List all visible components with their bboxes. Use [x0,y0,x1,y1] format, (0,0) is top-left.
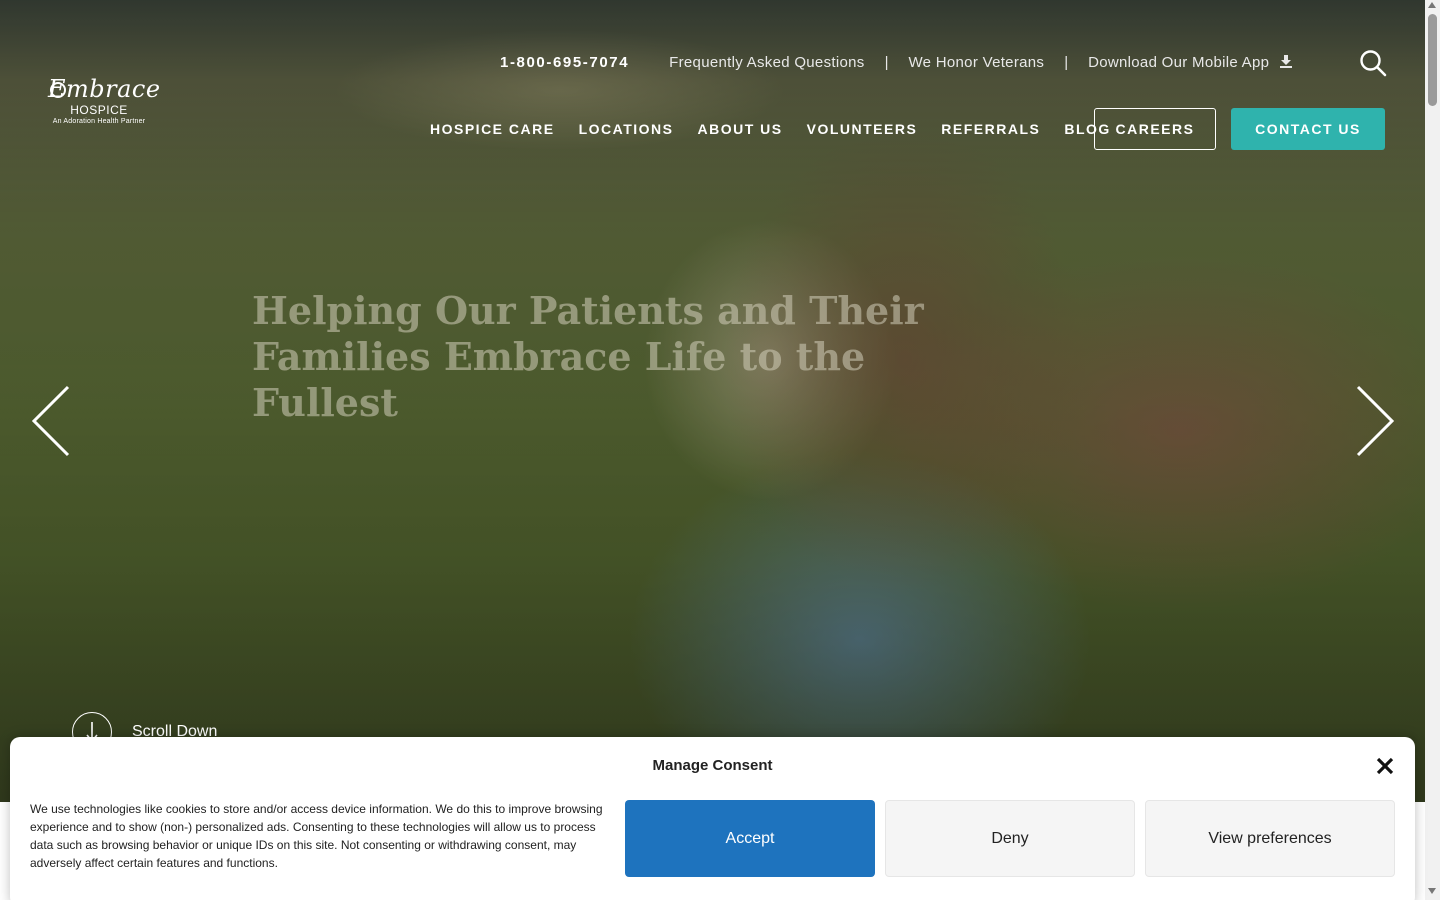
phone-link[interactable]: 1-800-695-7074 [500,54,629,71]
nav-about-us[interactable]: ABOUT US [697,121,782,137]
separator: | [1064,53,1069,71]
site-logo[interactable]: Embrace HOSPICE An Adoration Health Part… [40,74,160,134]
utility-bar: 1-800-695-7074 Frequently Asked Question… [500,50,1293,74]
download-icon [1280,54,1293,68]
logo-mark-icon [50,82,66,98]
deny-button[interactable]: Deny [885,800,1135,877]
chevron-right-icon[interactable] [1354,384,1396,458]
faq-link[interactable]: Frequently Asked Questions [669,54,864,71]
nav-volunteers[interactable]: VOLUNTEERS [807,121,918,137]
separator: | [884,53,889,71]
logo-tagline: An Adoration Health Partner [52,118,146,125]
consent-dialog: Manage Consent We use technologies like … [10,737,1415,900]
view-preferences-button[interactable]: View preferences [1145,800,1395,877]
nav-hospice-care[interactable]: HOSPICE CARE [430,121,555,137]
scroll-up-arrow-icon[interactable] [1428,2,1436,8]
main-nav: HOSPICE CARE LOCATIONS ABOUT US VOLUNTEE… [430,108,1135,150]
scroll-thumb[interactable] [1428,14,1437,106]
logo-sub-text: HOSPICE [70,103,128,117]
hero-banner: Embrace HOSPICE An Adoration Health Part… [0,0,1425,802]
hero-title: Helping Our Patients and Their Families … [252,288,952,426]
hero-title-line-1: Helping Our Patients and Their [252,288,924,333]
accept-button[interactable]: Accept [625,800,875,877]
contact-us-button[interactable]: CONTACT US [1231,108,1385,150]
mobile-app-link[interactable]: Download Our Mobile App [1088,54,1293,71]
chevron-left-icon[interactable] [30,384,72,458]
consent-text: We use technologies like cookies to stor… [30,802,603,870]
page-scrollbar[interactable] [1425,0,1440,900]
mobile-app-label: Download Our Mobile App [1088,53,1270,71]
search-icon[interactable] [1358,48,1388,78]
careers-button[interactable]: CAREERS [1094,108,1216,150]
hero-title-line-2: Families Embrace Life to the Fullest [252,334,866,425]
veterans-link[interactable]: We Honor Veterans [908,54,1044,71]
nav-locations[interactable]: LOCATIONS [579,121,674,137]
close-icon[interactable] [1374,755,1396,777]
consent-title: Manage Consent [652,757,773,774]
scroll-down-arrow-icon[interactable] [1428,888,1436,894]
nav-referrals[interactable]: REFERRALS [941,121,1040,137]
